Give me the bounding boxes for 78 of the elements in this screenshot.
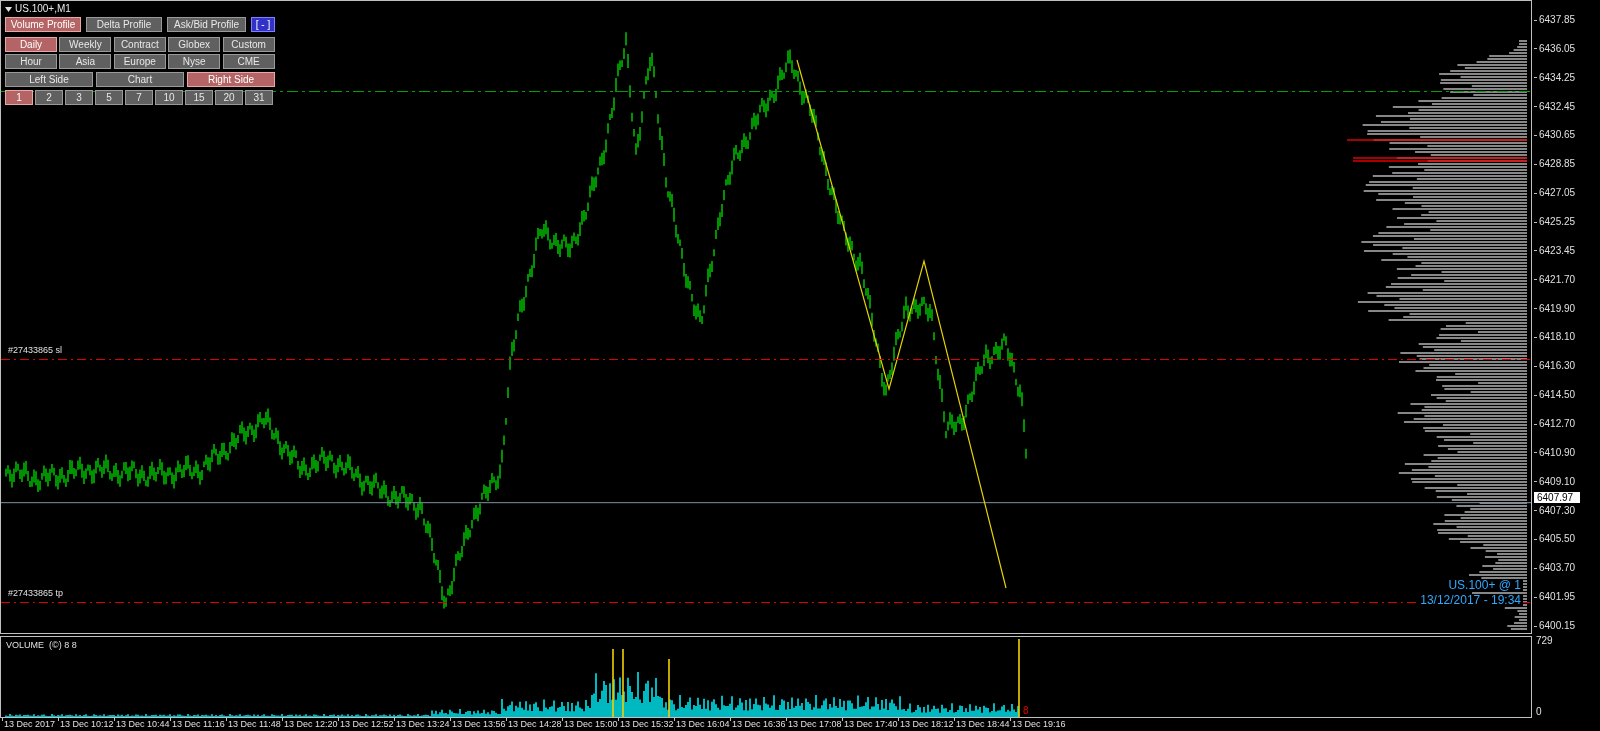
- volume-scale-label: 0: [1536, 707, 1543, 718]
- time-label: 13 Dec 13:56: [452, 720, 506, 731]
- price-label: 6409.10: [1539, 476, 1576, 487]
- price-label: 6405.50: [1539, 534, 1576, 545]
- price-label: 6403.70: [1539, 563, 1576, 574]
- toggle-button[interactable]: 10: [155, 90, 183, 105]
- toggle-button[interactable]: Custom: [222, 37, 275, 52]
- time-label: 13 Dec 16:04: [676, 720, 730, 731]
- time-label: 13 Dec 13:24: [396, 720, 450, 731]
- price-label: 6414.50: [1539, 390, 1576, 401]
- price-label: 6423.45: [1539, 245, 1576, 256]
- toggle-button[interactable]: Contract: [113, 37, 166, 52]
- toggle-button[interactable]: Daily: [5, 37, 57, 52]
- price-label: 6421.70: [1539, 274, 1576, 285]
- toggle-button[interactable]: 15: [185, 90, 213, 105]
- price-label: 6410.90: [1539, 447, 1576, 458]
- toggle-button[interactable]: Volume Profile: [5, 17, 81, 32]
- toggle-button[interactable]: Delta Profile: [86, 17, 162, 32]
- toggle-button[interactable]: Europe: [113, 54, 166, 69]
- time-label: 13 Dec 17:40: [844, 720, 898, 731]
- toggle-button[interactable]: CME: [222, 54, 275, 69]
- price-label: 6428.85: [1539, 159, 1576, 170]
- order-label: #27433865 tp: [8, 589, 64, 598]
- chart-title: US.100+,M1: [15, 4, 71, 14]
- toggle-button[interactable]: Ask/Bid Profile: [167, 17, 246, 32]
- volume-value: 8: [1023, 706, 1029, 717]
- price-label: 6432.45: [1539, 101, 1576, 112]
- price-label: 6425.25: [1539, 217, 1576, 227]
- time-label: 13 Dec 18:12: [900, 720, 954, 731]
- toggle-button[interactable]: 7: [125, 90, 153, 105]
- time-label: 13 Dec 18:44: [956, 720, 1010, 731]
- time-label: 13 Dec 2017: [4, 720, 56, 731]
- price-label: 6407.30: [1539, 505, 1576, 516]
- symbol-info: US.100+ @ 1: [1446, 579, 1523, 591]
- time-label: 13 Dec 19:16: [1012, 720, 1066, 731]
- toggle-button[interactable]: 5: [95, 90, 123, 105]
- price-label: 6419.90: [1539, 303, 1576, 314]
- time-label: 13 Dec 12:20: [284, 720, 338, 731]
- price-label: 6437.85: [1539, 15, 1576, 25]
- time-label: 13 Dec 15:32: [620, 720, 674, 731]
- price-label: 6401.95: [1539, 592, 1576, 603]
- time-label: 13 Dec 11:16: [172, 720, 225, 731]
- toggle-button[interactable]: Nyse: [168, 54, 221, 69]
- timestamp: 13/12/2017 - 19:34: [1418, 594, 1523, 606]
- price-label: 6416.30: [1539, 361, 1576, 372]
- collapse-button[interactable]: [ - ]: [251, 17, 275, 32]
- toggle-button[interactable]: Chart: [96, 72, 184, 87]
- toggle-button[interactable]: Right Side: [187, 72, 275, 87]
- toggle-button[interactable]: Weekly: [59, 37, 112, 52]
- time-label: 13 Dec 14:28: [508, 720, 562, 731]
- price-label: 6434.25: [1539, 72, 1576, 83]
- current-price-tag: 6407.97: [1534, 491, 1580, 503]
- toggle-button[interactable]: 1: [5, 90, 33, 105]
- toggle-button[interactable]: Hour: [5, 54, 57, 69]
- time-label: 13 Dec 16:36: [732, 720, 786, 731]
- time-label: 13 Dec 15:00: [564, 720, 618, 731]
- price-label: 6427.05: [1539, 188, 1576, 199]
- time-label: 13 Dec 11:48: [228, 720, 281, 731]
- time-label: 13 Dec 10:44: [116, 720, 170, 731]
- order-label: #27433865 sl: [8, 345, 63, 355]
- toggle-button[interactable]: Left Side: [5, 72, 93, 87]
- toggle-button[interactable]: 2: [35, 90, 63, 105]
- price-label: 6436.05: [1539, 43, 1576, 54]
- time-label: 13 Dec 12:52: [340, 720, 394, 731]
- toggle-button[interactable]: 31: [245, 90, 273, 105]
- time-label: 13 Dec 17:08: [788, 720, 842, 731]
- volume-title: VOLUME (©) 8 8: [6, 641, 77, 651]
- volume-scale-label: 729: [1536, 636, 1554, 647]
- price-label: 6430.65: [1539, 130, 1576, 141]
- toggle-button[interactable]: Globex: [168, 37, 221, 52]
- toggle-button[interactable]: Asia: [59, 54, 112, 69]
- price-label: 6400.15: [1539, 621, 1576, 632]
- time-label: 13 Dec 10:12: [60, 720, 114, 731]
- collapse-triangle-icon[interactable]: [5, 6, 12, 12]
- price-label: 6412.70: [1539, 419, 1576, 430]
- toggle-button[interactable]: 20: [215, 90, 243, 105]
- price-label: 6418.10: [1539, 332, 1576, 343]
- toggle-button[interactable]: 3: [65, 90, 93, 105]
